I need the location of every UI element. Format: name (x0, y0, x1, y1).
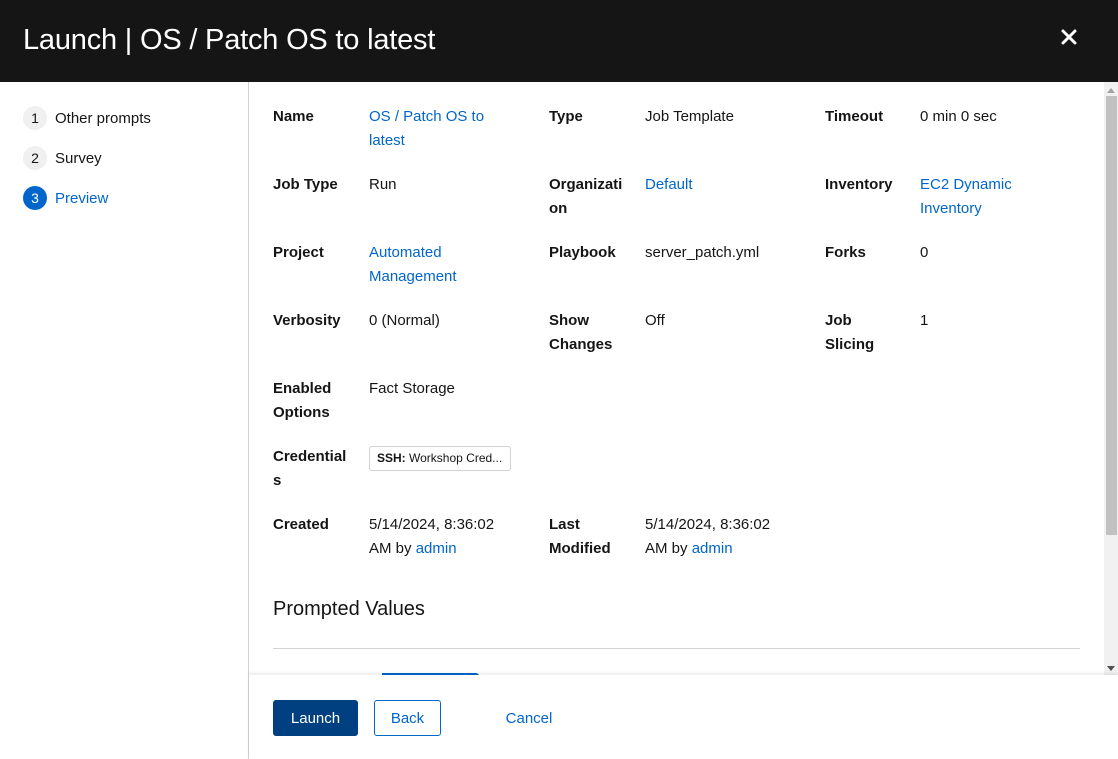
created-by-user-link[interactable]: admin (416, 540, 457, 557)
launch-button[interactable]: Launch (273, 700, 358, 736)
close-button[interactable] (1056, 24, 1082, 50)
forks-value: 0 (920, 244, 929, 261)
wizard-step-preview[interactable]: 3 Preview (23, 186, 108, 210)
timeout-label: Timeout (825, 108, 884, 125)
timeout-value: 0 min 0 sec (920, 108, 997, 125)
name-value: OS / Patch OS to latest (369, 105, 509, 153)
step-label: Other prompts (55, 109, 151, 127)
enabled-options-value: Fact Storage (369, 380, 455, 397)
organization-label: Organization (549, 176, 623, 217)
name-link[interactable]: OS / Patch OS to latest (369, 108, 484, 149)
scroll-down-arrow-icon[interactable] (1107, 666, 1115, 671)
type-value: Job Template (645, 108, 734, 125)
cancel-button[interactable]: Cancel (489, 700, 569, 736)
credential-chip[interactable]: SSH: Workshop Cred... (369, 446, 511, 471)
type-label: Type (549, 108, 583, 125)
job-slicing-value: 1 (920, 312, 929, 329)
project-value: Automated Management (369, 241, 479, 289)
created-label: Created (273, 516, 329, 533)
job-type-label: Job Type (273, 176, 338, 193)
organization-link[interactable]: Default (645, 176, 693, 193)
wizard-step-survey[interactable]: 2 Survey (23, 146, 102, 170)
close-icon (1061, 29, 1077, 45)
last-modified-value: 5/14/2024, 8:36:02 AM by admin (645, 513, 795, 561)
credential-kind: SSH: (377, 451, 406, 465)
modified-by-text: by (671, 540, 688, 557)
modal-header: Launch | OS / Patch OS to latest (0, 0, 1118, 82)
project-link[interactable]: Automated Management (369, 244, 457, 285)
wizard-nav: 1 Other prompts 2 Survey 3 Preview (0, 82, 249, 759)
job-type-value: Run (369, 176, 397, 193)
modal-footer: Launch Back Cancel (249, 675, 1118, 759)
step-number: 3 (23, 186, 47, 210)
forks-label: Forks (825, 244, 866, 261)
step-number: 2 (23, 146, 47, 170)
show-changes-value: Off (645, 312, 665, 329)
job-slicing-label: Job Slicing (825, 312, 875, 353)
verbosity-label: Verbosity (273, 312, 341, 329)
modified-by-user-link[interactable]: admin (692, 540, 733, 557)
preview-content: Name OS / Patch OS to latest Type Job Te… (249, 82, 1118, 675)
created-value: 5/14/2024, 8:36:02 AM by admin (369, 513, 519, 561)
created-by-text: by (395, 540, 412, 557)
verbosity-value: 0 (Normal) (369, 312, 440, 329)
scroll-up-arrow-icon[interactable] (1107, 88, 1115, 93)
section-divider (273, 648, 1080, 649)
modal-title: Launch | OS / Patch OS to latest (23, 24, 436, 56)
step-label: Survey (55, 149, 102, 167)
show-changes-label: Show Changes (549, 312, 613, 353)
scrollbar-thumb[interactable] (1106, 96, 1117, 535)
playbook-value: server_patch.yml (645, 244, 760, 261)
enabled-options-label: Enabled Options (273, 380, 332, 421)
prompted-values-title: Prompted Values (273, 598, 425, 620)
inventory-link[interactable]: EC2 Dynamic Inventory (920, 176, 1012, 217)
step-label: Preview (55, 189, 109, 207)
content-scrollbar[interactable] (1104, 82, 1118, 675)
back-button[interactable]: Back (374, 700, 441, 736)
step-number: 1 (23, 106, 47, 130)
playbook-label: Playbook (549, 244, 616, 261)
wizard-step-other-prompts[interactable]: 1 Other prompts (23, 106, 151, 130)
project-label: Project (273, 244, 324, 261)
last-modified-label: Last Modified (549, 516, 611, 557)
inventory-value: EC2 Dynamic Inventory (920, 173, 1040, 221)
credentials-label: Credentials (273, 448, 347, 489)
inventory-label: Inventory (825, 176, 893, 193)
credential-name: Workshop Cred... (409, 451, 503, 465)
organization-value: Default (645, 173, 795, 197)
name-label: Name (273, 108, 314, 125)
